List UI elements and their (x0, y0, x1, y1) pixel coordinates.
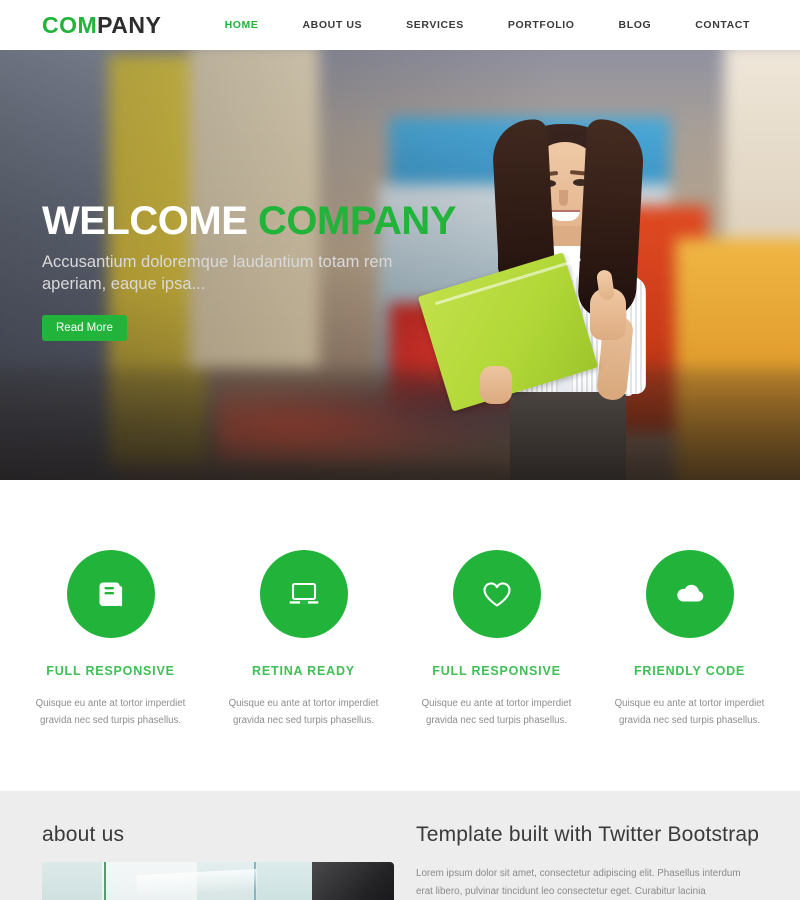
site-logo[interactable]: COMPANY (42, 12, 161, 39)
feature-title: FRIENDLY CODE (633, 664, 746, 678)
heart-icon (480, 578, 514, 610)
logo-green-part: COM (42, 11, 98, 38)
feature-description: Quisque eu ante at tortor imperdiet grav… (614, 698, 765, 726)
nav-item-home[interactable]: HOME (203, 19, 281, 31)
feature-title: FULL RESPONSIVE (46, 664, 175, 678)
nav-item-contact[interactable]: CONTACT (673, 19, 772, 31)
hero-title-welcome: WELCOME (42, 199, 248, 243)
feature-description: Quisque eu ante at tortor imperdiet grav… (35, 698, 186, 726)
about-section: about us Template built with Twitter Boo… (0, 791, 800, 900)
nav-item-services[interactable]: SERVICES (384, 19, 486, 31)
nav-item-portfolio[interactable]: PORTFOLIO (486, 19, 597, 31)
nav-item-about-us[interactable]: ABOUT US (281, 19, 385, 31)
hero-businesswoman-photo (417, 80, 690, 480)
nav-item-blog[interactable]: BLOG (597, 19, 674, 31)
hero-banner: WELCOME COMPANY Accusantium doloremque l… (0, 50, 800, 480)
about-office-image (42, 862, 394, 900)
hero-title: WELCOME COMPANY (42, 200, 462, 242)
about-paragraph: Lorem ipsum dolor sit amet, consectetur … (416, 868, 741, 898)
hero-copy: WELCOME COMPANY Accusantium doloremque l… (42, 200, 462, 342)
feature-item: FRIENDLY CODE Quisque eu ante at tortor … (593, 550, 786, 791)
site-header: COMPANY HOME ABOUT US SERVICES PORTFOLIO… (0, 0, 800, 50)
hero-subtitle: Accusantium doloremque laudantium totam … (42, 253, 393, 293)
features-section: FULL RESPONSIVE Quisque eu ante at torto… (0, 480, 800, 791)
feature-description: Quisque eu ante at tortor imperdiet grav… (228, 698, 379, 726)
logo-dark-part: PANY (97, 11, 162, 38)
feature-icon-circle[interactable] (452, 550, 541, 638)
book-icon (94, 577, 128, 611)
feature-description: Quisque eu ante at tortor imperdiet grav… (421, 698, 572, 726)
feature-icon-circle[interactable] (645, 550, 734, 638)
about-us-heading: about us (42, 823, 125, 846)
feature-item: FULL RESPONSIVE Quisque eu ante at torto… (400, 550, 593, 791)
laptop-icon (286, 577, 322, 611)
feature-icon-circle[interactable] (259, 550, 348, 638)
feature-item: FULL RESPONSIVE Quisque eu ante at torto… (14, 550, 207, 791)
about-right-column: Template built with Twitter Bootstrap Lo… (416, 823, 759, 900)
feature-title: FULL RESPONSIVE (432, 664, 561, 678)
feature-item: RETINA READY Quisque eu ante at tortor i… (207, 550, 400, 791)
main-navigation: HOME ABOUT US SERVICES PORTFOLIO BLOG CO… (203, 19, 772, 31)
hero-title-company: COMPANY (258, 199, 456, 243)
cloud-icon (672, 579, 708, 609)
feature-title: RETINA READY (252, 664, 355, 678)
about-left-column: about us (42, 823, 394, 900)
read-more-button[interactable]: Read More (42, 315, 127, 342)
about-template-heading: Template built with Twitter Bootstrap (416, 823, 760, 846)
feature-icon-circle[interactable] (66, 550, 155, 638)
